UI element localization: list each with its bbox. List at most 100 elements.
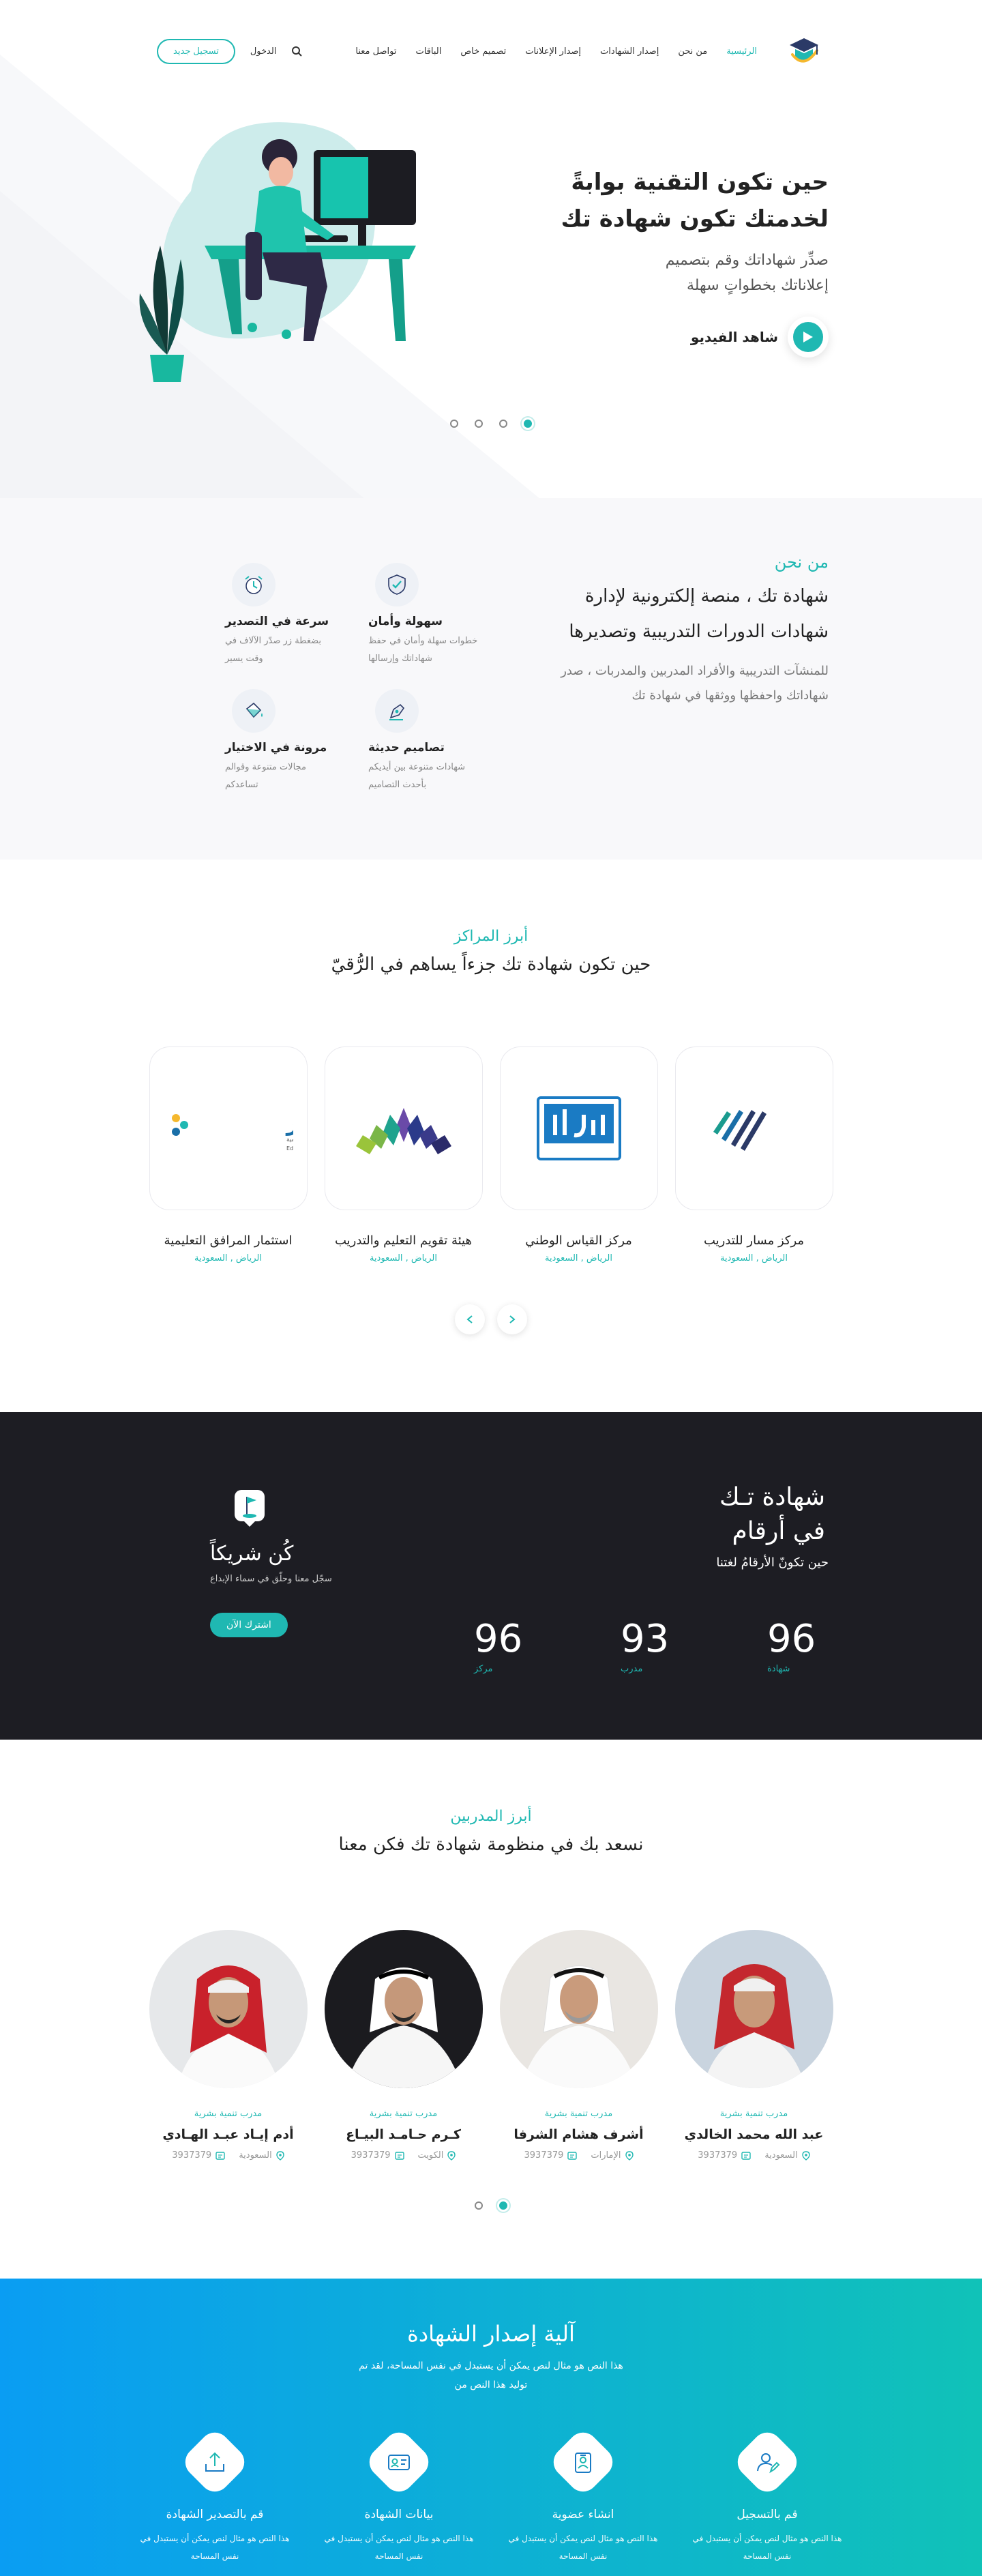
partner-title: كُن شريكاً [210,1542,294,1566]
center-name: هيئة تقويم التعليم والتدريب [335,1233,472,1248]
location-pin-icon [447,2150,456,2161]
centers-kicker: أبرز المراكز [453,928,529,945]
trainer-meta: السعودية 3937379 [675,2150,833,2161]
center-name: مركز القياس الوطني [525,1233,632,1248]
stat-number: 93 [621,1617,670,1661]
trainer-card[interactable]: مدرب تنمية بشرية أشرف هشام الشرفا الإمار… [499,1930,658,2161]
trainers-kicker: أبرز المدربين [450,1808,532,1825]
nav-left: الدخول تسجيل جديد [157,38,303,64]
feature-desc: بضغطة زر صدّر الآلاف في وقت يسير [225,636,321,664]
trainer-country-text: الكويت [417,2150,444,2161]
center-card[interactable]: مركز مسار للتدريب الرياض , السعودية [674,1046,833,1263]
trainer-avatar [674,1930,833,2088]
trainer-dot-2[interactable] [475,2201,483,2210]
logo[interactable] [783,30,825,72]
estithmar-logo-sub-en: Educational Facilities Investment Progra… [286,1145,293,1152]
nav-home[interactable]: الرئيسية [726,46,757,57]
main-menu: الرئيسية من نحن إصدار الشهادات إصدار الإ… [355,46,757,57]
trainer-id: 3937379 [351,2150,404,2161]
nav-certificates[interactable]: إصدار الشهادات [600,46,659,57]
register-button[interactable]: تسجيل جديد [157,38,235,64]
trainer-role: مدرب تنمية بشرية [719,2109,788,2119]
stats-numbers: 96 شهادة 93 مدرب 96 مركز [474,1617,829,1674]
nav-ads[interactable]: إصدار الإعلانات [525,46,581,57]
center-logo-estithmar: استثمار برنامج استثمار المرافق التعليمية… [149,1046,308,1210]
nav-about[interactable]: من نحن [678,46,707,57]
center-card[interactable]: استثمار برنامج استثمار المرافق التعليمية… [149,1046,308,1263]
stat-number: 96 [474,1617,523,1661]
trainer-country: السعودية [239,2150,284,2161]
trainer-card[interactable]: مدرب تنمية بشرية أدم إيـاد عبـد الهـادي … [149,1930,308,2161]
nav-custom-design[interactable]: تصميم خاص [460,46,506,57]
trainers-title: نسعد بك في منظومة شهادة تك فكن معنا [338,1834,644,1855]
step-desc: هذا النص هو مثال لنص يمكن أن يستبدل في ن… [324,2534,474,2562]
stat-label: مدرب [621,1664,643,1674]
trainer-name: عبد الله محمد الخالدي [684,2127,824,2142]
nav-packages[interactable]: الباقات [415,46,441,57]
hero-illustration [139,122,416,382]
hero-text: حين تكون التقنية بوابةً لخدمتك تكون شهاد… [542,164,829,357]
watch-video[interactable]: شاهد الفيديو [542,316,829,357]
feature-item: سرعة في التصدير بضغطة زر صدّر الآلاف في … [225,563,361,689]
about-kicker: من نحن [774,553,829,572]
step-desc: هذا النص هو مثال لنص يمكن أن يستبدل في ن… [140,2534,290,2562]
trainer-avatar [149,1930,308,2088]
centers-header: أبرز المراكز حين تكون شهادة تك جزءاً يسا… [0,860,982,975]
trainers-header: أبرز المدربين نسعد بك في منظومة شهادة تك… [0,1740,982,1855]
center-location: الرياض , السعودية [370,1253,437,1263]
trainer-name: كـرم حـامـد البيـاع [346,2127,461,2142]
trainer-card[interactable]: مدرب تنمية بشرية كـرم حـامـد البيـاع الك… [324,1930,483,2161]
stat-number: 96 [767,1617,816,1661]
feature-title: سهولة وأمان [368,615,443,628]
slide-dot-2[interactable] [499,420,507,428]
chevron-right-icon [509,1315,516,1323]
stats-title-line2: في أرقام [732,1517,825,1546]
slide-dot-1[interactable] [524,420,532,428]
next-arrow-button[interactable] [497,1304,527,1334]
trainer-country: الكويت [418,2150,456,2161]
golf-flag-icon [235,1490,265,1527]
trainer-id-text: 3937379 [524,2150,564,2161]
step-title: بيانات الشهادة [364,2508,434,2521]
step-desc: هذا النص هو مثال لنص يمكن أن يستبدل في ن… [508,2534,658,2562]
estithmar-logo-sub: برنامج استثمار المرافق التعليمية [286,1137,293,1143]
trainer-country: السعودية [764,2150,810,2161]
slide-dot-3[interactable] [475,420,483,428]
center-card[interactable]: مركز القياس الوطني الرياض , السعودية [499,1046,658,1263]
center-name: مركز مسار للتدريب [703,1233,805,1248]
search-icon[interactable] [291,46,303,57]
process-step: قم بالتصدير الشهادة هذا النص هو مثال لنص… [133,2426,297,2566]
play-button[interactable] [788,316,829,357]
stat-item: 93 مدرب [621,1617,682,1674]
prev-arrow-button[interactable] [455,1304,485,1334]
center-location: الرياض , السعودية [194,1253,262,1263]
trainer-card[interactable]: مدرب تنمية بشرية عبد الله محمد الخالدي ا… [674,1930,833,2161]
feature-desc: خطوات سهلة وأمان في حفظ شهاداتك وإرسالها [368,636,478,664]
center-logo-qiyas [499,1046,658,1210]
feature-desc: مجالات متنوعة وقوالم تساعدكم [225,762,306,790]
center-location: الرياض , السعودية [545,1253,612,1263]
trainer-id-text: 3937379 [351,2150,391,2161]
location-pin-icon [802,2150,810,2161]
step-title: قم بالتسجيل [736,2508,798,2521]
center-card[interactable]: هيئة تقويم التعليم والتدريب الرياض , الس… [324,1046,483,1263]
subscribe-button[interactable]: اشترك الآن [210,1613,288,1637]
process-title: آلية إصدار الشهادة [407,2321,575,2347]
centers-section: أبرز المراكز حين تكون شهادة تك جزءاً يسا… [0,860,982,1412]
video-label[interactable]: شاهد الفيديو [691,329,778,345]
pen-tool-icon [375,689,419,733]
feature-item: تصاميم حديثة شهادات متنوعة بين أيديكم بأ… [368,689,505,815]
about-title: شهادة تك ، منصة إلكترونية لإدارة شهادات … [569,586,829,642]
trainer-country-text: السعودية [764,2150,798,2161]
nav-contact[interactable]: تواصل معنا [355,46,396,57]
upload-icon [179,2426,251,2498]
center-logo-masar [674,1046,833,1210]
login-link[interactable]: الدخول [250,46,277,57]
partner-subtitle: سجّل معنا وحلّق في سماء الإبداع [210,1574,332,1584]
trainers-slider-dots [0,2201,982,2210]
feature-title: مرونة في الاختيار [225,741,327,755]
top-nav: الرئيسية من نحن إصدار الشهادات إصدار الإ… [0,0,982,102]
process-section: آلية إصدار الشهادة هذا النص هو مثال لنص … [0,2279,982,2576]
trainer-dot-1[interactable] [499,2201,507,2210]
slide-dot-4[interactable] [450,420,458,428]
